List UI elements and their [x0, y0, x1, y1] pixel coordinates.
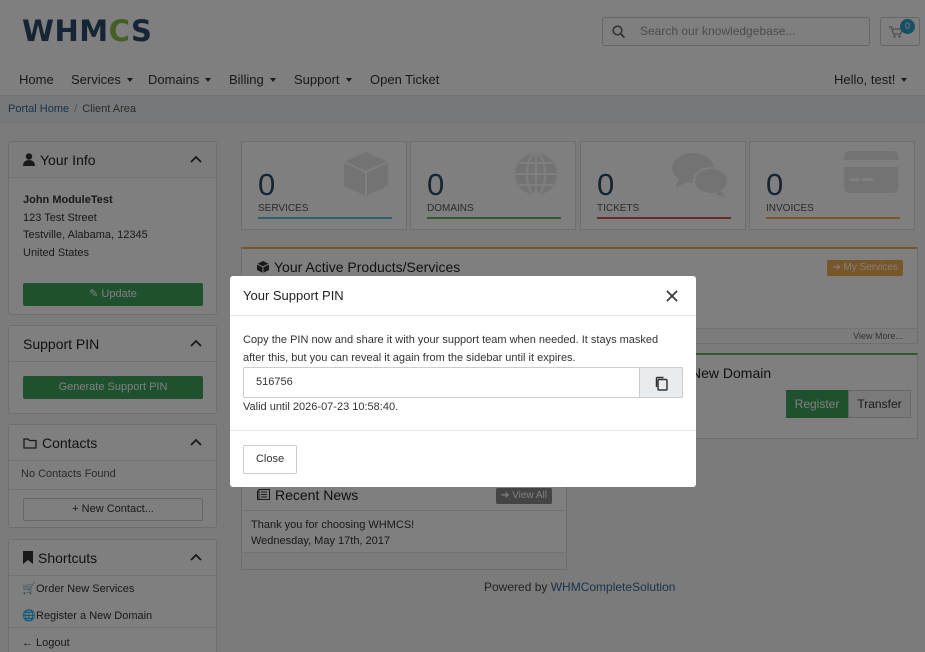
- modal-header: Your Support PIN: [230, 276, 696, 316]
- support-pin-field[interactable]: 516756: [243, 367, 640, 398]
- copy-pin-button[interactable]: [640, 367, 683, 398]
- copy-icon: [655, 376, 668, 391]
- support-pin-modal: Your Support PIN Copy the PIN now and sh…: [230, 276, 696, 487]
- close-button[interactable]: Close: [243, 445, 297, 474]
- modal-title: Your Support PIN: [243, 288, 344, 303]
- pin-valid-until: Valid until 2026-07-23 10:58:40.: [243, 401, 399, 413]
- modal-footer: Close: [230, 430, 696, 487]
- modal-description: Copy the PIN now and share it with your …: [243, 334, 659, 364]
- close-icon[interactable]: [664, 288, 680, 304]
